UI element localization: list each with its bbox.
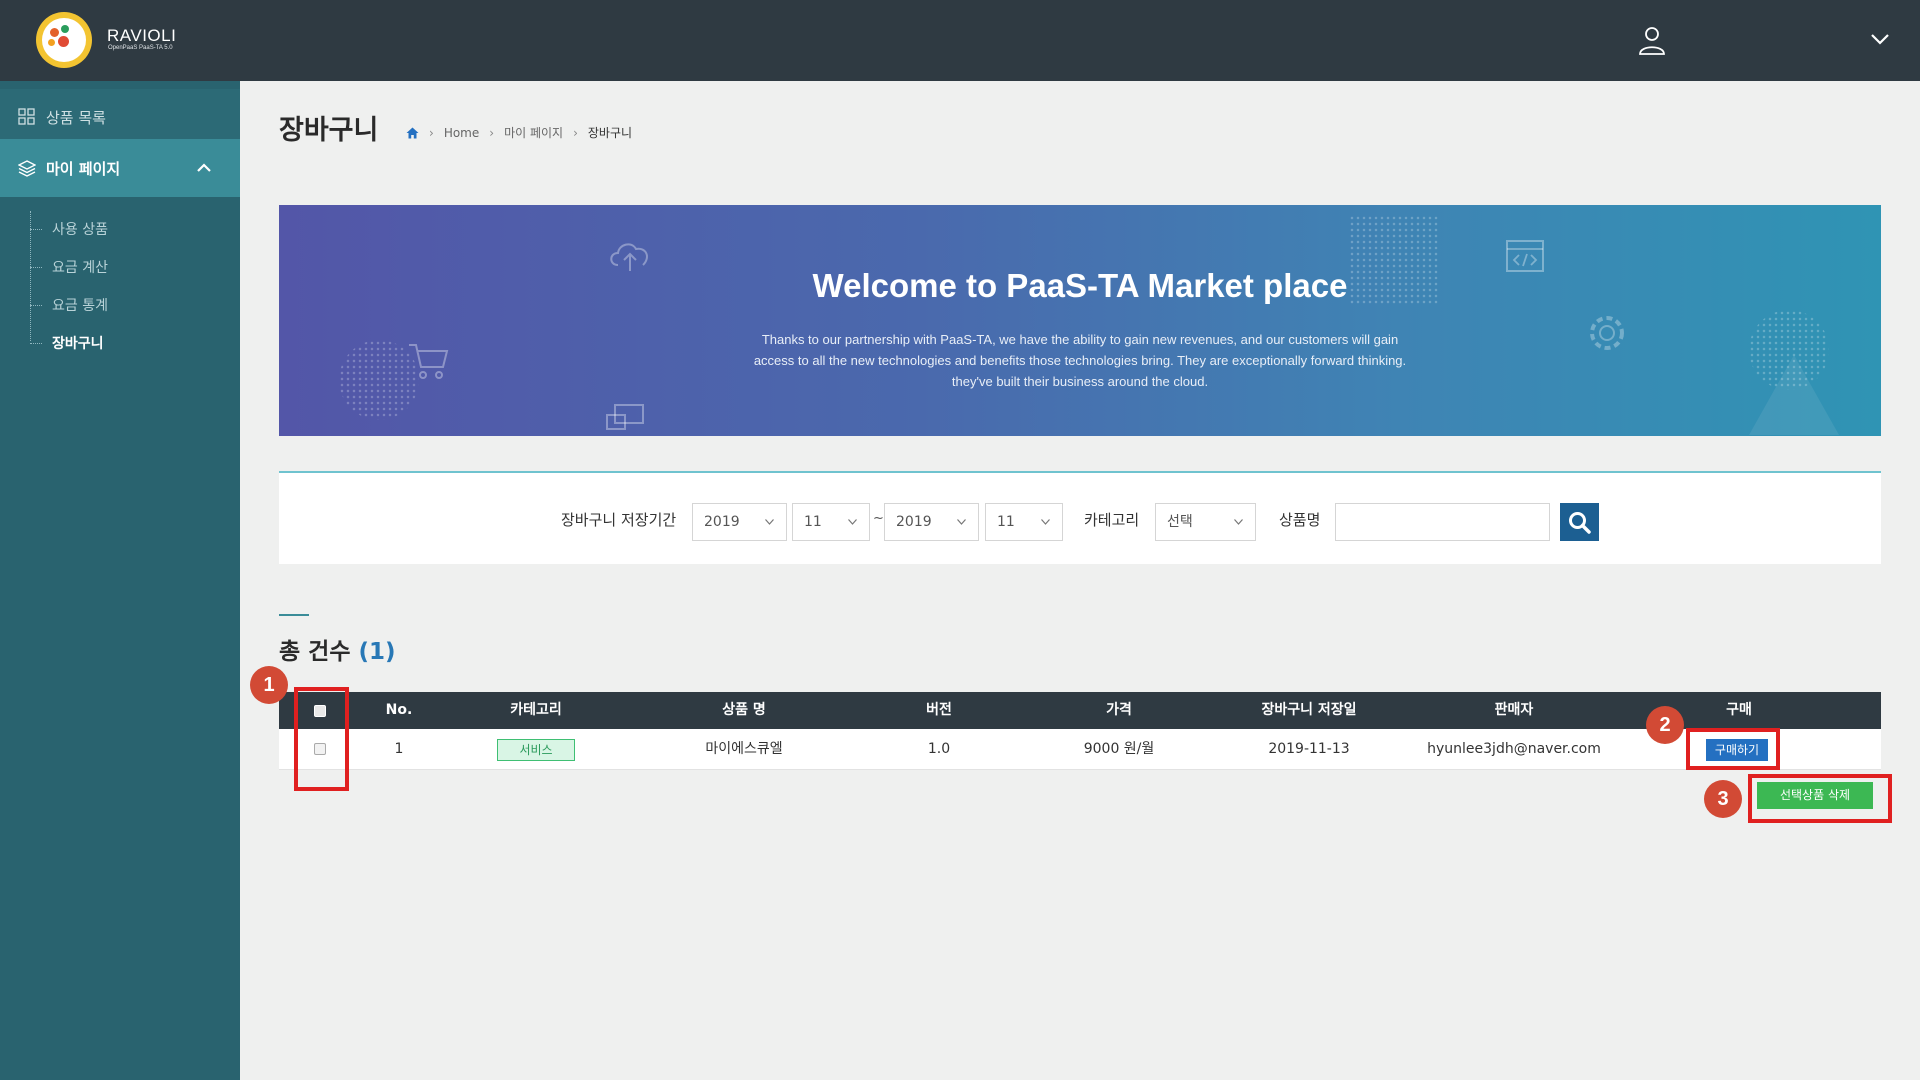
subitem-label: 사용 상품 xyxy=(52,222,108,238)
select-value: 11 xyxy=(997,514,1015,530)
sidebar-subitem-fee-calc[interactable]: 요금 계산 xyxy=(30,255,108,279)
step-marker-2: 2 xyxy=(1646,706,1684,744)
to-year-select[interactable]: 2019 xyxy=(884,503,979,541)
search-filter: 장바구니 저장기간 2019 11 ~ 2019 11 카테고리 선택 상품명 xyxy=(279,471,1881,564)
banner-text-line: they've built their business around the … xyxy=(951,374,1209,389)
search-icon xyxy=(1569,512,1591,534)
cell-product-name[interactable]: 마이에스큐엘 xyxy=(629,729,859,770)
grid-icon xyxy=(18,108,35,125)
layers-icon xyxy=(18,160,36,177)
page-title: 장바구니 xyxy=(279,115,379,146)
column-header: 장바구니 저장일 xyxy=(1261,702,1357,718)
breadcrumb-mypage[interactable]: 마이 페이지 xyxy=(504,124,563,141)
column-header: 카테고리 xyxy=(510,702,562,718)
select-value: 2019 xyxy=(704,514,740,530)
sidebar-item-mypage[interactable]: 마이 페이지 xyxy=(0,139,240,197)
total-label: 총 건수 xyxy=(279,639,351,665)
home-icon[interactable] xyxy=(406,127,419,139)
column-header: 상품 명 xyxy=(722,702,766,718)
banner-text: Thanks to our partnership with PaaS-TA, … xyxy=(699,329,1461,392)
category-badge: 서비스 xyxy=(497,739,575,761)
product-name-input[interactable] xyxy=(1335,503,1550,541)
subitem-label: 요금 통계 xyxy=(52,298,108,314)
decorative-triangle xyxy=(1749,355,1839,435)
banner-text-line: Thanks to our partnership with PaaS-TA, … xyxy=(761,332,1399,347)
top-header: RAVIOLI OpenPaaS PaaS-TA 5.0 xyxy=(0,0,1920,81)
cart-icon xyxy=(409,344,449,379)
breadcrumb-home[interactable]: Home xyxy=(444,126,479,140)
breadcrumb: › Home › 마이 페이지 › 장바구니 xyxy=(406,124,632,141)
select-value: 2019 xyxy=(896,514,932,530)
chevron-down-icon xyxy=(765,519,774,525)
category-label: 카테고리 xyxy=(1084,511,1140,529)
cell-version: 1.0 xyxy=(927,741,951,757)
devices-icon xyxy=(606,404,644,430)
cell-price: 9000 원/월 xyxy=(1083,741,1155,757)
ravioli-logo[interactable] xyxy=(36,12,92,68)
table-header: No. 카테고리 상품 명 버전 가격 장바구니 저장일 판매자 구매 xyxy=(279,692,1881,729)
gear-icon xyxy=(1590,316,1624,350)
sidebar: 상품 목록 마이 페이지 사용 상품 요금 계산 요금 통계 장바구니 xyxy=(0,81,240,1080)
select-value: 11 xyxy=(804,514,822,530)
banner-title: Welcome to PaaS-TA Market place xyxy=(812,267,1348,304)
category-select[interactable]: 선택 xyxy=(1155,503,1256,541)
sidebar-item-products[interactable]: 상품 목록 xyxy=(0,89,240,145)
sidebar-subitem-cart[interactable]: 장바구니 xyxy=(30,331,104,355)
table-row: 1 서비스 마이에스큐엘 1.0 9000 원/월 2019-11-13 hyu… xyxy=(279,729,1881,770)
column-header: 판매자 xyxy=(1494,702,1534,718)
user-icon[interactable] xyxy=(1636,24,1668,56)
chevron-down-icon[interactable] xyxy=(1870,32,1890,46)
step-marker-1: 1 xyxy=(250,666,288,704)
breadcrumb-current: 장바구니 xyxy=(587,126,633,140)
section-accent-line xyxy=(279,614,309,616)
banner-text-line: access to all the new technologies and b… xyxy=(753,353,1407,368)
chevron-down-icon xyxy=(848,519,857,525)
select-value: 선택 xyxy=(1167,514,1193,530)
cell-saved-date: 2019-11-13 xyxy=(1268,741,1350,757)
from-month-select[interactable]: 11 xyxy=(792,503,870,541)
search-button[interactable] xyxy=(1560,503,1599,541)
chevron-down-icon xyxy=(1234,519,1243,525)
from-year-select[interactable]: 2019 xyxy=(692,503,787,541)
total-number: (1) xyxy=(358,639,396,665)
subitem-label: 요금 계산 xyxy=(52,260,108,276)
total-count: 총 건수 (1) xyxy=(279,632,396,666)
brand-subtitle: OpenPaaS PaaS-TA 5.0 xyxy=(108,45,173,51)
column-header: 가격 xyxy=(1106,702,1132,718)
date-separator: ~ xyxy=(873,511,884,526)
subitem-label: 장바구니 xyxy=(52,336,104,352)
cell-seller: hyunlee3jdh@naver.com xyxy=(1427,741,1601,757)
sidebar-subitem-used-products[interactable]: 사용 상품 xyxy=(30,217,108,241)
period-label: 장바구니 저장기간 xyxy=(561,511,677,529)
cell-no: 1 xyxy=(394,741,404,757)
highlight-delete-button xyxy=(1748,774,1892,823)
brand-name: RAVIOLI xyxy=(107,26,177,45)
sidebar-subitem-fee-stats[interactable]: 요금 통계 xyxy=(30,293,108,317)
to-month-select[interactable]: 11 xyxy=(985,503,1063,541)
column-header: 구매 xyxy=(1726,702,1752,718)
sidebar-item-label: 상품 목록 xyxy=(46,108,106,127)
chevron-down-icon xyxy=(957,519,966,525)
highlight-buy-button xyxy=(1686,728,1780,770)
column-header: No. xyxy=(385,702,413,718)
step-marker-3: 3 xyxy=(1704,780,1742,818)
chevron-down-icon xyxy=(1041,519,1050,525)
column-header: 버전 xyxy=(926,702,952,718)
product-name-label: 상품명 xyxy=(1279,511,1321,529)
welcome-banner: Welcome to PaaS-TA Market place Thanks t… xyxy=(279,205,1881,436)
highlight-checkbox-column xyxy=(294,687,349,791)
sidebar-item-label: 마이 페이지 xyxy=(46,159,121,178)
chevron-up-icon[interactable] xyxy=(196,162,212,174)
